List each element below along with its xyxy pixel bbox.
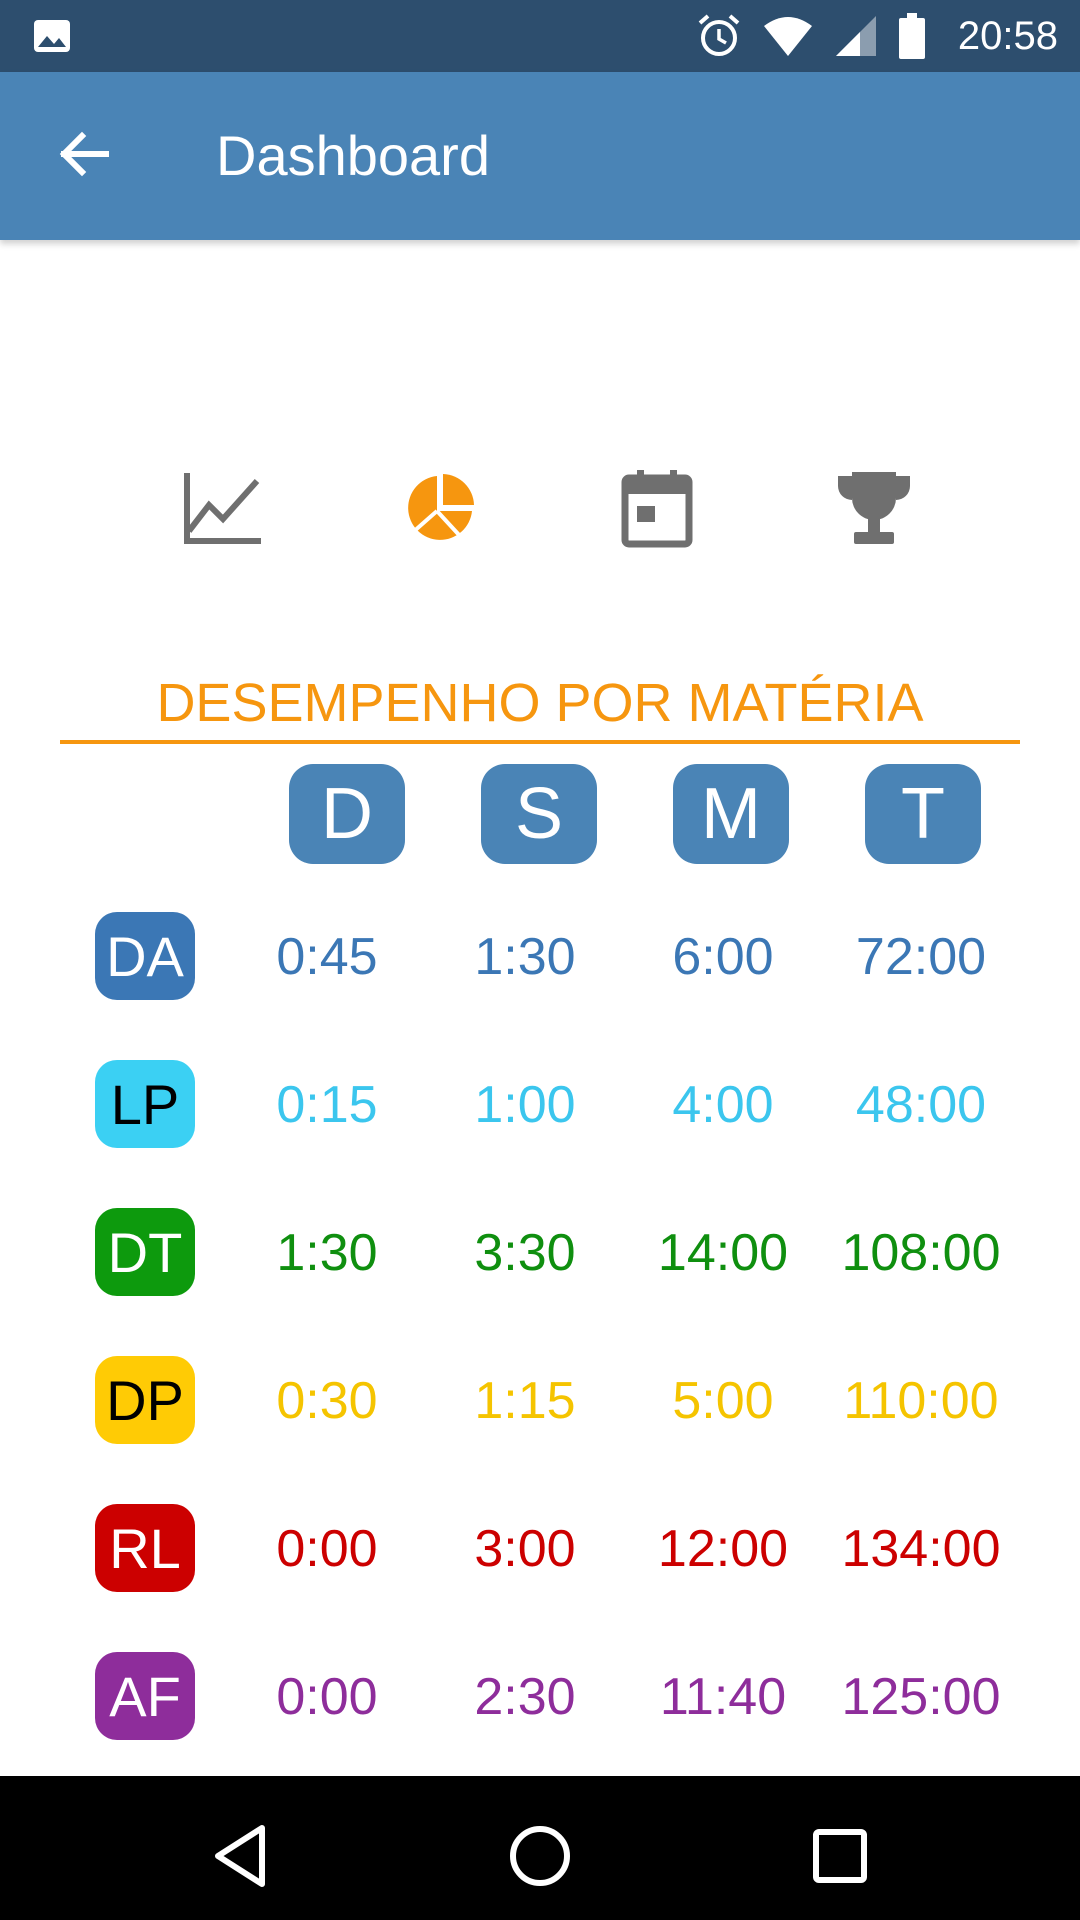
value-cell: 72:00 bbox=[855, 928, 987, 986]
column-header-m: M bbox=[673, 764, 789, 864]
status-icons: 20:58 bbox=[696, 0, 1058, 72]
recents-square-icon bbox=[813, 1829, 867, 1883]
value-cell: 14:00 bbox=[657, 1224, 789, 1282]
value-cell: 4:00 bbox=[672, 1076, 774, 1134]
value-cell: 5:00 bbox=[672, 1372, 774, 1430]
tab-trophy[interactable] bbox=[832, 466, 916, 550]
column-header-t: T bbox=[865, 764, 981, 864]
subject-badge: DA bbox=[95, 912, 195, 1000]
page-title: Dashboard bbox=[216, 124, 490, 187]
status-time: 20:58 bbox=[957, 13, 1058, 58]
value-cell: 0:00 bbox=[276, 1668, 378, 1726]
image-icon bbox=[34, 20, 70, 52]
trophy-icon bbox=[838, 472, 910, 544]
alarm-icon bbox=[698, 14, 740, 56]
value-cell: 1:30 bbox=[276, 1224, 378, 1282]
value-cell: 48:00 bbox=[855, 1076, 987, 1134]
app-bar: Dashboard bbox=[0, 72, 1080, 240]
section-divider bbox=[60, 740, 1020, 744]
table-row: DP 0:30 1:15 5:00 110:00 bbox=[0, 1356, 1080, 1446]
subject-badge: AF bbox=[95, 1652, 195, 1740]
value-cell: 3:30 bbox=[474, 1224, 576, 1282]
status-bar: 20:58 bbox=[0, 0, 1080, 72]
tab-line-chart[interactable] bbox=[181, 466, 265, 550]
tab-calendar[interactable] bbox=[615, 466, 699, 550]
value-cell: 12:00 bbox=[657, 1520, 789, 1578]
column-header-s: S bbox=[481, 764, 597, 864]
table-row: LP 0:15 1:00 4:00 48:00 bbox=[0, 1060, 1080, 1150]
value-cell: 134:00 bbox=[841, 1520, 1001, 1578]
nav-recents-button[interactable] bbox=[800, 1816, 880, 1896]
arrow-back-icon[interactable] bbox=[54, 124, 114, 184]
subject-badge: LP bbox=[95, 1060, 195, 1148]
value-cell: 108:00 bbox=[841, 1224, 1001, 1282]
column-header-d: D bbox=[289, 764, 405, 864]
value-cell: 1:00 bbox=[474, 1076, 576, 1134]
back-triangle-icon bbox=[215, 1825, 265, 1887]
battery-icon bbox=[898, 13, 925, 59]
subject-badge: DT bbox=[95, 1208, 195, 1296]
line-chart-icon bbox=[184, 473, 261, 544]
value-cell: 125:00 bbox=[841, 1668, 1001, 1726]
value-cell: 3:00 bbox=[474, 1520, 576, 1578]
subject-badge: RL bbox=[95, 1504, 195, 1592]
system-nav-bar bbox=[0, 1776, 1080, 1920]
pie-chart-icon bbox=[408, 474, 474, 540]
table-row: DA 0:45 1:30 6:00 72:00 bbox=[0, 912, 1080, 1002]
value-cell: 1:15 bbox=[474, 1372, 576, 1430]
value-cell: 1:30 bbox=[474, 928, 576, 986]
value-cell: 0:00 bbox=[276, 1520, 378, 1578]
table-row: DT 1:30 3:30 14:00 108:00 bbox=[0, 1208, 1080, 1298]
value-cell: 110:00 bbox=[843, 1372, 999, 1430]
signal-icon bbox=[835, 16, 876, 56]
value-cell: 0:45 bbox=[276, 928, 378, 986]
subject-badge: DP bbox=[95, 1356, 195, 1444]
value-cell: 0:15 bbox=[276, 1076, 378, 1134]
calendar-icon bbox=[621, 470, 693, 548]
value-cell: 2:30 bbox=[474, 1668, 576, 1726]
table-row: AF 0:00 2:30 11:40 125:00 bbox=[0, 1652, 1080, 1742]
dashboard-tabs bbox=[0, 466, 1080, 550]
nav-back-button[interactable] bbox=[200, 1816, 280, 1896]
section-title: DESEMPENHO POR MATÉRIA bbox=[156, 673, 924, 733]
value-cell: 6:00 bbox=[672, 928, 774, 986]
value-cell: 0:30 bbox=[276, 1372, 378, 1430]
home-circle-icon bbox=[510, 1826, 570, 1886]
value-cell: 11:40 bbox=[659, 1668, 787, 1726]
tab-pie-chart[interactable] bbox=[398, 466, 482, 550]
table-row: RL 0:00 3:00 12:00 134:00 bbox=[0, 1504, 1080, 1594]
nav-home-button[interactable] bbox=[500, 1816, 580, 1896]
wifi-icon bbox=[763, 17, 812, 56]
